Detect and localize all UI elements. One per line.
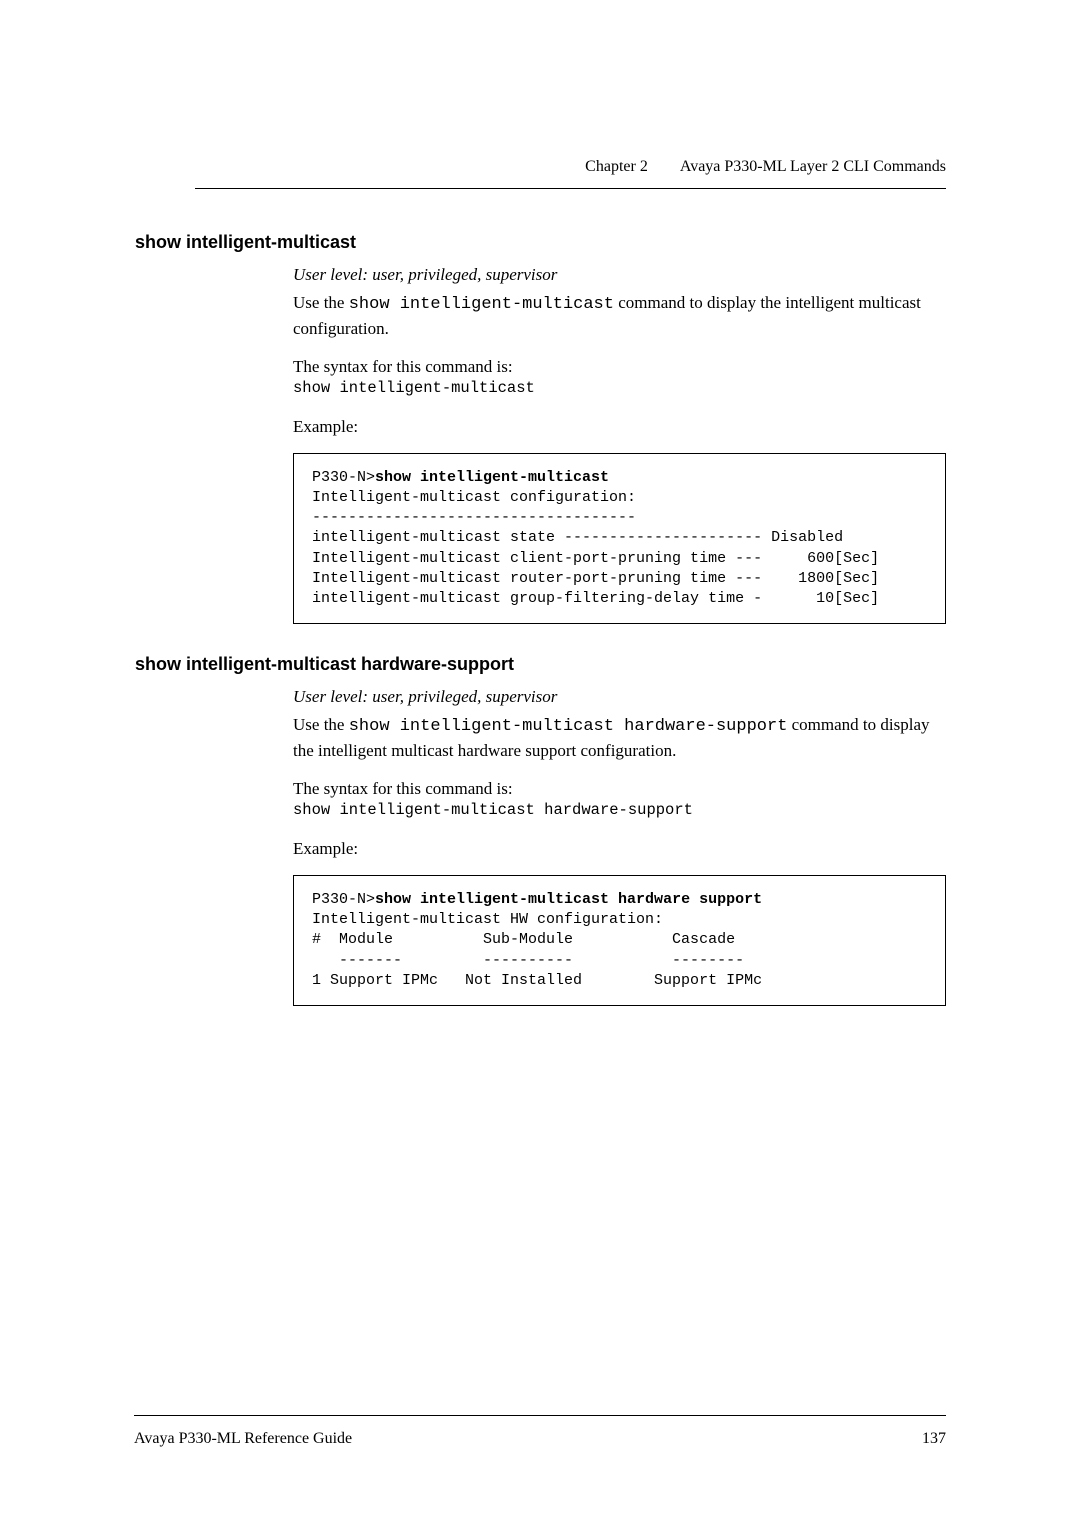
code-line: ------- ---------- -------- [312,952,744,969]
section1-title: show intelligent-multicast [135,232,946,253]
section1-syntax-label: The syntax for this command is: [293,357,946,377]
section1-syntax: show intelligent-multicast [293,379,946,397]
section2-syntax-label: The syntax for this command is: [293,779,946,799]
section2-code-box: P330-N>show intelligent-multicast hardwa… [293,875,946,1006]
footer-title: Avaya P330-ML Reference Guide [134,1430,352,1447]
code-line: Intelligent-multicast HW configuration: [312,911,663,928]
page-number: 137 [922,1430,946,1448]
code-line: Intelligent-multicast router-port-prunin… [312,570,879,587]
code-line: intelligent-multicast group-filtering-de… [312,590,879,607]
footer: Avaya P330-ML Reference Guide 137 [134,1415,946,1448]
code-line: intelligent-multicast state ------------… [312,529,843,546]
section2-user-level: User level: user, privileged, supervisor [293,687,946,707]
code-line: Intelligent-multicast configuration: [312,489,636,506]
section2-use-cmd: show intelligent-multicast hardware-supp… [349,717,788,736]
code-line: ------------------------------------ [312,509,636,526]
code-prompt: P330-N> [312,469,375,486]
section2-syntax: show intelligent-multicast hardware-supp… [293,801,946,819]
section1-use-cmd: show intelligent-multicast [349,295,614,314]
section1-user-level: User level: user, privileged, supervisor [293,265,946,285]
section1-description: Use the show intelligent-multicast comma… [293,291,946,341]
section1-example-label: Example: [293,417,946,437]
section2-title: show intelligent-multicast hardware-supp… [135,654,946,675]
section2-description: Use the show intelligent-multicast hardw… [293,713,946,763]
code-cmd: show intelligent-multicast [375,469,609,486]
header-divider [195,188,946,189]
code-line: Intelligent-multicast client-port-prunin… [312,550,879,567]
section2-example-label: Example: [293,839,946,859]
code-prompt: P330-N> [312,891,375,908]
code-line: 1 Support IPMc Not Installed Support IPM… [312,972,762,989]
chapter-header: Chapter 2 Avaya P330-ML Layer 2 CLI Comm… [557,158,946,176]
section1-use-pre: Use the [293,293,349,312]
section2-use-pre: Use the [293,715,349,734]
code-cmd: show intelligent-multicast hardware supp… [375,891,762,908]
chapter-title: Avaya P330-ML Layer 2 CLI Commands [680,158,946,175]
chapter-number: Chapter 2 [585,158,648,175]
code-line: # Module Sub-Module Cascade [312,931,735,948]
section1-code-box: P330-N>show intelligent-multicast Intell… [293,453,946,625]
